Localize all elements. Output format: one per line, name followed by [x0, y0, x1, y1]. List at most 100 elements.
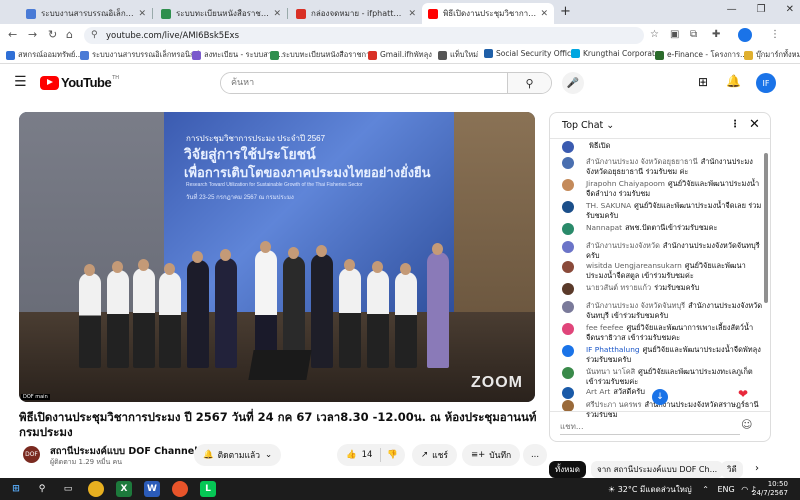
bookmark-star-icon[interactable]: ☆ — [650, 29, 659, 40]
chat-avatar[interactable] — [562, 241, 574, 253]
chat-avatar[interactable] — [562, 157, 574, 169]
app-icon[interactable] — [172, 481, 188, 497]
search-button[interactable]: ⚲ — [507, 73, 551, 93]
chat-avatar[interactable] — [562, 345, 574, 357]
chat-author[interactable]: ศรีประภา นครพร — [586, 400, 641, 409]
bookmark-item[interactable]: สหกรณ์ออมทรัพย์... — [6, 49, 82, 61]
maximize-icon[interactable]: ❐ — [757, 4, 766, 15]
close-window-icon[interactable]: ✕ — [786, 4, 794, 15]
heart-reaction-icon[interactable]: ❤ — [738, 387, 748, 401]
share-button[interactable]: ↗ แชร์ — [412, 444, 457, 466]
url-field[interactable]: ⚲ youtube.com/live/AMI6Bsk5Exs — [84, 27, 644, 44]
chat-author[interactable]: Jirapohn Chaiyapoom — [586, 179, 665, 188]
chat-avatar[interactable] — [562, 301, 574, 313]
chip-from-channel[interactable]: จาก สถานีประมงค์แบบ DOF Ch... — [591, 461, 724, 478]
create-icon[interactable]: ⊞ — [698, 75, 708, 89]
chat-author[interactable]: Nannapat — [586, 223, 622, 232]
chat-author[interactable]: IF Phatthalung — [586, 345, 640, 354]
forward-icon[interactable]: → — [28, 28, 37, 41]
back-icon[interactable]: ← — [8, 28, 17, 41]
search-input[interactable] — [221, 73, 507, 93]
language-indicator[interactable]: ENG — [718, 485, 735, 494]
more-actions-button[interactable]: ... — [523, 444, 547, 466]
bookmark-item[interactable]: e-Finance - โครงการ... — [655, 49, 747, 61]
chrome-icon[interactable] — [88, 481, 104, 497]
close-icon[interactable]: ✕ — [540, 9, 548, 19]
chat-author[interactable]: นันทนา นาโคสิ — [586, 367, 635, 376]
wifi-icon[interactable]: ◠ — [741, 485, 748, 494]
more-vert-icon[interactable]: ⋮ — [730, 119, 740, 130]
chat-author[interactable]: สำนักงานประมงจังหวัด — [586, 241, 660, 250]
bookmark-item[interactable]: Gmail.ifhพัทลุง — [368, 49, 432, 61]
chat-author[interactable]: นายวสันต์ ทรายแก้ว — [586, 283, 651, 292]
browser-tab-gmail[interactable]: กล่องจดหมาย - ifphatthalung@gmail.com ✕ — [290, 3, 422, 24]
chat-avatar[interactable] — [562, 223, 574, 235]
taskbar-search-icon[interactable]: ⚲ — [34, 481, 50, 497]
new-tab-button[interactable]: + — [560, 4, 571, 19]
chat-mode-selector[interactable]: Top Chat ⌄ — [562, 120, 614, 131]
chat-avatar[interactable] — [562, 201, 574, 213]
chat-avatar[interactable] — [562, 323, 574, 335]
chat-author[interactable]: Art Art — [586, 387, 610, 396]
chat-avatar[interactable] — [562, 367, 574, 379]
browser-tab-youtube[interactable]: พิธีเปิดงานประชุมวิชาการประมง ✕ — [422, 3, 554, 24]
chat-avatar[interactable] — [562, 261, 574, 273]
bookmark-item[interactable]: Social Security Office — [484, 49, 576, 58]
chevron-right-icon[interactable]: › — [755, 463, 759, 474]
voice-search-button[interactable]: 🎤 — [562, 72, 584, 94]
like-button[interactable]: 👍 14 — [337, 448, 381, 462]
reload-icon[interactable]: ↻ — [48, 28, 57, 41]
close-chat-icon[interactable]: ✕ — [749, 117, 760, 132]
site-info-icon[interactable]: ⚲ — [91, 30, 98, 40]
chat-author[interactable]: สำนักงานประมง จังหวัดอยุธยาธานี — [586, 157, 698, 166]
line-icon[interactable]: L — [200, 481, 216, 497]
chat-message: Nannapat สพช.ปัตตานีเข้าร่วมรับชมคะ — [562, 223, 762, 235]
chat-author[interactable]: wisitda Uengjareansukarn — [586, 261, 682, 270]
chat-author[interactable]: สำนักงานประมง จังหวัดจันทบุรี — [586, 301, 685, 310]
windows-start-icon[interactable]: ⊞ — [8, 481, 24, 497]
chat-avatar[interactable] — [562, 387, 574, 399]
home-icon[interactable]: ⌂ — [66, 28, 73, 41]
chat-scrollbar[interactable] — [764, 153, 768, 303]
chevron-up-icon[interactable]: ⌃ — [702, 485, 709, 494]
video-player[interactable]: การประชุมวิชาการประมง ประจำปี 2567 วิจัย… — [19, 112, 535, 402]
cast-icon[interactable]: ⧉ — [690, 29, 697, 40]
chat-author[interactable]: TH. SAKUNA — [586, 201, 631, 210]
task-view-icon[interactable]: ▭ — [60, 481, 76, 497]
close-icon[interactable]: ✕ — [273, 9, 281, 19]
system-clock[interactable]: 10:50 24/7/2567 — [752, 480, 788, 498]
emoji-icon[interactable]: ☺ — [741, 418, 752, 431]
close-icon[interactable]: ✕ — [138, 9, 146, 19]
chip-videos[interactable]: วิดี — [721, 461, 743, 478]
chat-input[interactable] — [560, 419, 740, 435]
channel-avatar[interactable]: DOF — [23, 446, 40, 463]
all-bookmarks-button[interactable]: บุ๊กมาร์กทั้งหมด — [744, 49, 800, 61]
hamburger-menu-icon[interactable]: ☰ — [14, 74, 27, 90]
menu-dots-icon[interactable]: ⋮ — [770, 29, 780, 40]
notifications-bell-icon[interactable]: 🔔 — [726, 74, 741, 88]
scroll-down-button[interactable]: ↓ — [652, 389, 668, 405]
extension-icon[interactable]: ▣ — [670, 29, 679, 40]
minimize-icon[interactable]: — — [727, 4, 737, 15]
excel-icon[interactable]: X — [116, 481, 132, 497]
bookmark-item[interactable]: แท็บใหม่ — [438, 49, 478, 61]
chip-all[interactable]: ทั้งหมด — [549, 461, 586, 478]
bookmark-item[interactable]: ระบบงานสารบรรณอิเล็กทรอนิกส์ — [80, 49, 199, 61]
youtube-logo[interactable]: YouTube TH — [40, 75, 119, 90]
save-button[interactable]: ≡+ บันทึก — [462, 444, 521, 466]
word-icon[interactable]: W — [144, 481, 160, 497]
browser-tab-saraban[interactable]: ระบบงานสารบรรณอิเล็กทรอนิกส์ ✕ — [20, 3, 152, 24]
profile-icon[interactable] — [738, 28, 752, 42]
chat-avatar[interactable] — [562, 141, 574, 153]
close-icon[interactable]: ✕ — [408, 9, 416, 19]
bookmark-item[interactable]: ระบบทะเบียนหนังสือราชการ — [270, 49, 374, 61]
browser-tab-register[interactable]: ระบบทะเบียนหนังสือราชการสำนักงาน ✕ — [155, 3, 287, 24]
chat-avatar[interactable] — [562, 283, 574, 295]
thumbs-down-icon[interactable]: 👎 — [387, 450, 398, 460]
chat-author[interactable]: fee feefee — [586, 323, 623, 332]
bookmark-item[interactable]: Krungthai Corporat... — [571, 49, 662, 58]
chat-avatar[interactable] — [562, 179, 574, 191]
subscribed-button[interactable]: 🔔 ติดตามแล้ว ⌄ — [194, 444, 282, 466]
account-avatar[interactable]: IF — [756, 73, 776, 93]
puzzle-icon[interactable]: ✚ — [712, 29, 720, 40]
